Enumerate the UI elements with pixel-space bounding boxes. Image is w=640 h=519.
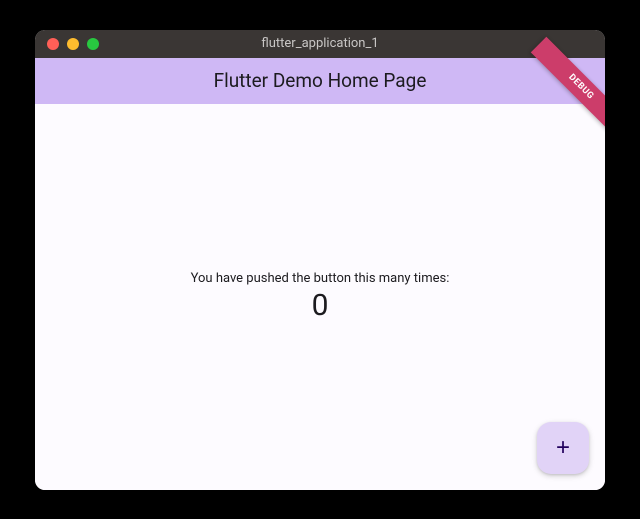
appbar-title: Flutter Demo Home Page	[214, 69, 427, 92]
minimize-window-button[interactable]	[67, 38, 79, 50]
appbar: Flutter Demo Home Page	[35, 58, 605, 104]
plus-icon: +	[556, 436, 570, 460]
close-window-button[interactable]	[47, 38, 59, 50]
counter-label: You have pushed the button this many tim…	[191, 271, 450, 286]
application-window: flutter_application_1 DEBUG Flutter Demo…	[35, 30, 605, 490]
window-title: flutter_application_1	[261, 36, 378, 51]
titlebar: flutter_application_1	[35, 30, 605, 58]
body-area: You have pushed the button this many tim…	[35, 104, 605, 490]
counter-value: 0	[312, 288, 329, 323]
increment-fab[interactable]: +	[537, 422, 589, 474]
traffic-lights	[35, 38, 99, 50]
maximize-window-button[interactable]	[87, 38, 99, 50]
app-area: DEBUG Flutter Demo Home Page You have pu…	[35, 58, 605, 490]
